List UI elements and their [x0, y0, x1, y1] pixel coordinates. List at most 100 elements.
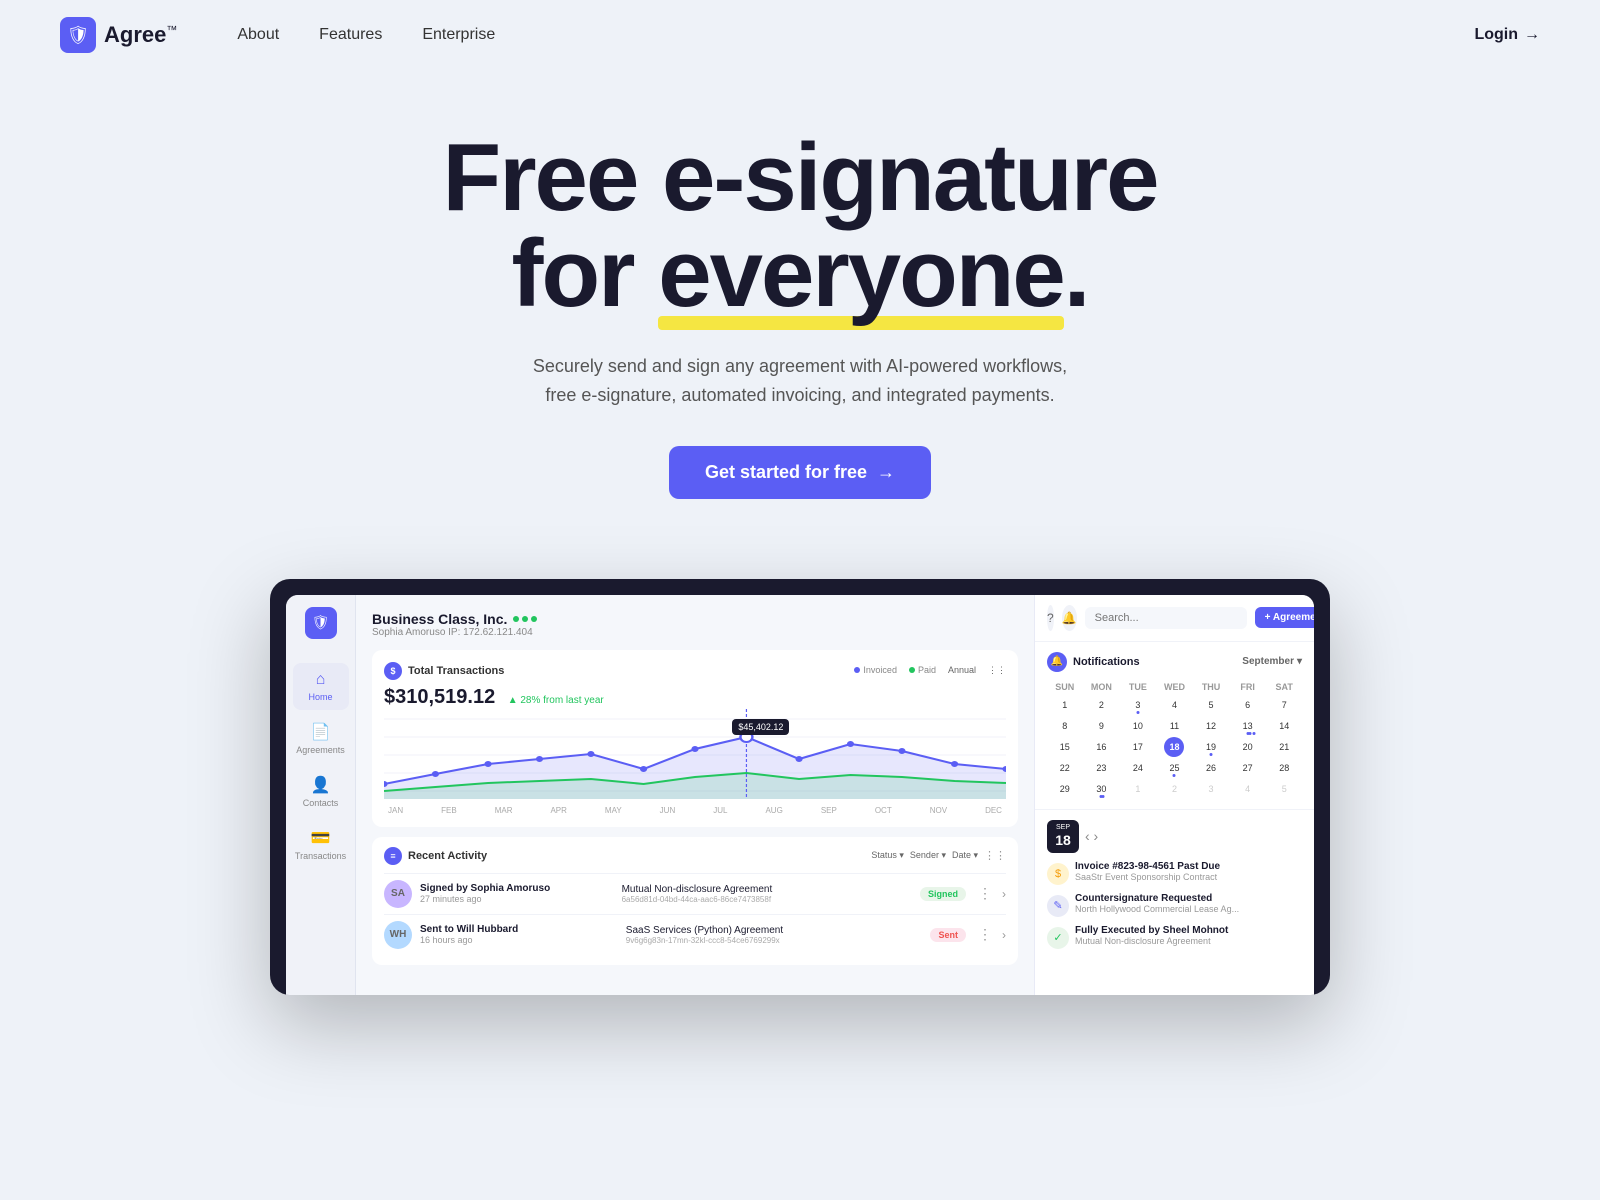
cal-day[interactable]: 3: [1201, 779, 1221, 799]
nav-about[interactable]: About: [237, 26, 279, 44]
login-button[interactable]: Login →: [1474, 26, 1540, 44]
contacts-icon: 👤: [311, 775, 331, 795]
cal-day[interactable]: 5: [1201, 695, 1221, 715]
cal-day[interactable]: 4: [1164, 695, 1184, 715]
cal-day[interactable]: 1: [1055, 695, 1075, 715]
logo-text: Agree™: [104, 22, 177, 48]
nav-features[interactable]: Features: [319, 26, 382, 44]
cal-day[interactable]: 26: [1201, 758, 1221, 778]
cal-day[interactable]: 7: [1274, 695, 1294, 715]
cal-day[interactable]: 17: [1128, 737, 1148, 757]
chart-card: $ Total Transactions Invoiced Paid Annua…: [372, 650, 1018, 827]
cal-day[interactable]: 5: [1274, 779, 1294, 799]
add-agreement-button[interactable]: + Agreement: [1255, 607, 1314, 628]
cal-day[interactable]: 27: [1238, 758, 1258, 778]
filter-grid-icon[interactable]: ⋮⋮: [984, 849, 1006, 862]
cal-day[interactable]: 2: [1164, 779, 1184, 799]
browser-frame: 🛡 ⌂ Home 📄 Agreements 👤 Contacts 💳 Trans…: [270, 579, 1330, 995]
filter-date[interactable]: Date ▾: [952, 849, 978, 862]
db-right-topbar: ? 🔔 + Agreement: [1035, 595, 1314, 642]
row-arrow-icon[interactable]: ›: [1002, 887, 1006, 901]
cal-day[interactable]: 4: [1238, 779, 1258, 799]
hero-title: Free e-signature for everyone.: [20, 130, 1580, 322]
cal-day-today[interactable]: 18: [1164, 737, 1184, 757]
cal-day[interactable]: 9: [1091, 716, 1111, 736]
bell-icon[interactable]: 🔔: [1062, 605, 1077, 631]
cal-day[interactable]: 28: [1274, 758, 1294, 778]
hero-section: Free e-signature for everyone. Securely …: [0, 70, 1600, 539]
logo-tm: ™: [166, 25, 177, 37]
notif-expand-icon[interactable]: ‹ ›: [1085, 828, 1098, 844]
notif-executed-icon: ✓: [1047, 927, 1069, 949]
nav-enterprise[interactable]: Enterprise: [422, 26, 495, 44]
cal-day[interactable]: 6: [1238, 695, 1258, 715]
cal-day[interactable]: 25: [1164, 758, 1184, 778]
cal-day[interactable]: 13: [1238, 716, 1258, 736]
calendar-section: 🔔 Notifications September ▾ SUN MON TUE …: [1035, 642, 1314, 810]
cal-day[interactable]: 1: [1128, 779, 1148, 799]
dashboard-preview: 🛡 ⌂ Home 📄 Agreements 👤 Contacts 💳 Trans…: [250, 579, 1350, 995]
cal-day[interactable]: 29: [1055, 779, 1075, 799]
row-arrow-icon[interactable]: ›: [1002, 928, 1006, 942]
filter-sender[interactable]: Sender ▾: [910, 849, 946, 862]
cal-day[interactable]: 8: [1055, 716, 1075, 736]
cal-day[interactable]: 14: [1274, 716, 1294, 736]
db-nav-home[interactable]: ⌂ Home: [293, 663, 349, 710]
transactions-icon: 💳: [311, 828, 331, 848]
cal-day[interactable]: 24: [1128, 758, 1148, 778]
cal-day[interactable]: 20: [1238, 737, 1258, 757]
chart-title-icon: $: [384, 662, 402, 680]
company-name: Business Class, Inc.: [372, 611, 507, 627]
cal-day[interactable]: 10: [1128, 716, 1148, 736]
db-nav-transactions[interactable]: 💳 Transactions: [293, 820, 349, 869]
db-header: Business Class, Inc. Sophia Amoruso IP: …: [372, 611, 1018, 638]
hero-subtitle: Securely send and sign any agreement wit…: [530, 352, 1070, 410]
cal-day[interactable]: 21: [1274, 737, 1294, 757]
chart-area: $45,402.12: [384, 709, 1006, 804]
notifications-icon: 🔔: [1047, 652, 1067, 672]
cal-day[interactable]: 2: [1091, 695, 1111, 715]
db-nav-contacts[interactable]: 👤 Contacts: [293, 767, 349, 816]
notifications-list: SEP 18 ‹ › $ Invoice #823-98-4561 Past D…: [1035, 810, 1314, 967]
help-icon[interactable]: ?: [1047, 605, 1054, 631]
cal-day[interactable]: 22: [1055, 758, 1075, 778]
status-badge: Signed: [920, 887, 966, 901]
cta-button[interactable]: Get started for free →: [669, 446, 931, 499]
chart-amount: $310,519.12: [384, 686, 495, 708]
chart-svg: [384, 709, 1006, 799]
cal-day[interactable]: 19: [1201, 737, 1221, 757]
row-more-icon[interactable]: ⋮: [978, 885, 992, 902]
cal-day[interactable]: 16: [1091, 737, 1111, 757]
status-badge: Sent: [930, 928, 966, 942]
chart-legend: Invoiced Paid Annual ⋮⋮: [854, 665, 1006, 676]
db-nav-agreements[interactable]: 📄 Agreements: [293, 714, 349, 763]
notif-item: ✓ Fully Executed by Sheel Mohnot Mutual …: [1047, 925, 1302, 949]
cal-day[interactable]: 12: [1201, 716, 1221, 736]
cal-day[interactable]: 3: [1128, 695, 1148, 715]
notif-counter-icon: ✎: [1047, 895, 1069, 917]
db-main-content: Business Class, Inc. Sophia Amoruso IP: …: [356, 595, 1034, 995]
cal-day[interactable]: 30: [1091, 779, 1111, 799]
cal-day[interactable]: 11: [1164, 716, 1184, 736]
cal-day[interactable]: 15: [1055, 737, 1075, 757]
row-more-icon[interactable]: ⋮: [978, 926, 992, 943]
notif-item: ✎ Countersignature Requested North Holly…: [1047, 893, 1302, 917]
chart-tooltip: $45,402.12: [732, 719, 789, 735]
cal-day[interactable]: 23: [1091, 758, 1111, 778]
activity-card: ≡ Recent Activity Status ▾ Sender ▾ Date…: [372, 837, 1018, 965]
activity-filters: Status ▾ Sender ▾ Date ▾ ⋮⋮: [871, 849, 1006, 862]
navigation: 🛡 Agree™ About Features Enterprise Login…: [0, 0, 1600, 70]
db-sidebar-logo: 🛡: [305, 607, 337, 639]
activity-title-icon: ≡: [384, 847, 402, 865]
filter-status[interactable]: Status ▾: [871, 849, 904, 862]
search-input[interactable]: [1085, 607, 1247, 629]
agreements-icon: 📄: [311, 722, 331, 742]
activity-row: SA Signed by Sophia Amoruso 27 minutes a…: [384, 873, 1006, 914]
calendar-grid: SUN MON TUE WED THU FRI SAT 1 2 3 4 5 6: [1047, 680, 1302, 799]
notif-date-block: SEP 18: [1047, 820, 1079, 853]
logo[interactable]: 🛡 Agree™: [60, 17, 177, 53]
month-selector[interactable]: September ▾: [1242, 656, 1302, 667]
logo-icon: 🛡: [60, 17, 96, 53]
notif-item: $ Invoice #823-98-4561 Past Due SaaStr E…: [1047, 861, 1302, 885]
chart-xaxis: JAN FEB MAR APR MAY JUN JUL AUG SEP OCT …: [384, 806, 1006, 815]
